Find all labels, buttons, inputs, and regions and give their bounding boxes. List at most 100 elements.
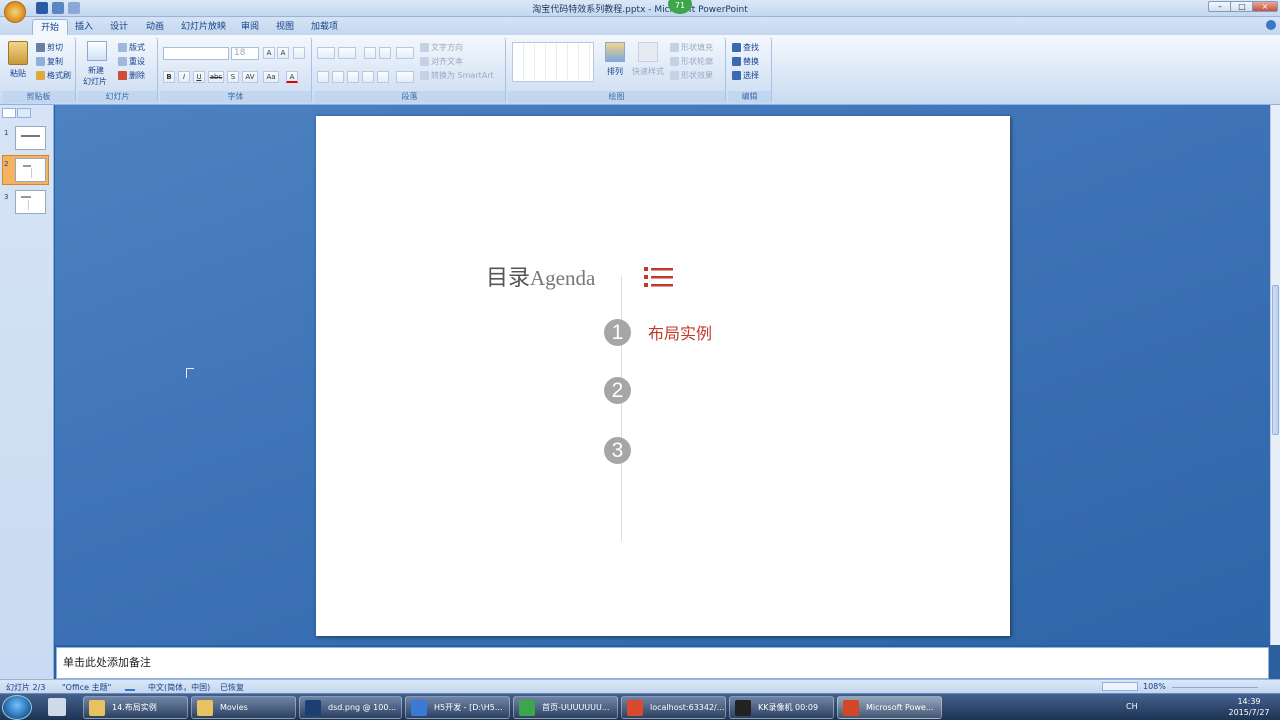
vertical-scrollbar[interactable]	[1270, 105, 1280, 645]
tab-home[interactable]: 开始	[32, 19, 69, 35]
tab-design[interactable]: 设计	[102, 19, 136, 35]
taskbar-item[interactable]: 首页-UUUUUUU...	[513, 696, 618, 719]
line-spacing-button[interactable]	[396, 47, 414, 59]
italic-button[interactable]: I	[178, 71, 190, 83]
zoom-level[interactable]: 108%	[1143, 682, 1166, 691]
slide-thumbnail-3[interactable]	[15, 190, 46, 214]
redo-icon[interactable]	[68, 2, 80, 14]
office-button[interactable]	[4, 1, 26, 23]
maximize-button[interactable]: □	[1230, 1, 1254, 12]
underline-button[interactable]: U	[193, 71, 205, 83]
spell-check-icon[interactable]	[125, 682, 135, 691]
view-buttons[interactable]	[1102, 682, 1138, 691]
close-button[interactable]: ×	[1252, 1, 1278, 12]
theme-name[interactable]: "Office 主题"	[62, 682, 111, 693]
replace-button[interactable]: 替换	[732, 56, 759, 67]
layout-button[interactable]: 版式	[118, 42, 145, 53]
ime-indicator[interactable]: CH	[1126, 702, 1138, 711]
minimize-button[interactable]: –	[1208, 1, 1232, 12]
smartart-button[interactable]: 转换为 SmartArt	[420, 70, 494, 81]
shadow-button[interactable]: S	[227, 71, 239, 83]
justify-button[interactable]	[362, 71, 374, 83]
change-case-button[interactable]: Aa	[263, 71, 279, 83]
arrange-button[interactable]: 排列	[607, 66, 623, 77]
text-direction-button[interactable]: 文字方向	[420, 42, 463, 53]
undo-icon[interactable]	[52, 2, 64, 14]
increase-indent-button[interactable]	[379, 47, 391, 59]
format-painter-button[interactable]: 格式刷	[36, 70, 71, 81]
agenda-item-1[interactable]: 布局实例	[648, 320, 712, 344]
windows-start-icon[interactable]	[2, 695, 32, 720]
copy-button[interactable]: 复制	[36, 56, 63, 67]
columns-button[interactable]	[396, 71, 414, 83]
tab-insert[interactable]: 插入	[67, 19, 101, 35]
slides-tab[interactable]	[2, 108, 16, 118]
new-slide-button[interactable]: 新建	[88, 65, 104, 76]
help-icon[interactable]	[1266, 20, 1276, 30]
decrease-indent-button[interactable]	[364, 47, 376, 59]
tab-animations[interactable]: 动画	[138, 19, 172, 35]
slide-title[interactable]: 目录Agenda	[486, 260, 595, 292]
align-text-button[interactable]: 对齐文本	[420, 56, 463, 67]
arrange-icon[interactable]	[605, 42, 625, 62]
slide-thumbnail-1[interactable]	[15, 126, 46, 150]
shape-fill-button[interactable]: 形状填充	[670, 42, 713, 53]
bold-button[interactable]: B	[163, 71, 175, 83]
shrink-font-button[interactable]: A	[277, 47, 289, 59]
cut-button[interactable]: 剪切	[36, 42, 63, 53]
shape-outline-button[interactable]: 形状轮廓	[670, 56, 713, 67]
slide-thumbnail-2[interactable]	[15, 158, 46, 182]
save-icon[interactable]	[36, 2, 48, 14]
delete-slide-button[interactable]: 删除	[118, 70, 145, 81]
font-size-combo[interactable]: 18	[231, 47, 259, 60]
outline-tab[interactable]	[17, 108, 31, 118]
find-button[interactable]: 查找	[732, 42, 759, 53]
quick-styles-button[interactable]: 快速样式	[632, 66, 664, 77]
distribute-button[interactable]	[377, 71, 389, 83]
taskbar-item[interactable]: dsd.png @ 100...	[299, 696, 402, 719]
font-family-combo[interactable]	[163, 47, 229, 60]
reset-button[interactable]: 重设	[118, 56, 145, 67]
shapes-gallery[interactable]	[512, 42, 594, 82]
slide[interactable]: 目录Agenda 1 布局实例 2 3	[316, 116, 1010, 636]
bullets-button[interactable]	[317, 47, 335, 59]
paste-button[interactable]: 粘贴	[10, 68, 26, 79]
thumbnail-number: 3	[4, 193, 9, 201]
language[interactable]: 中文(简体，中国)	[148, 682, 210, 693]
paste-icon[interactable]	[8, 41, 28, 65]
clear-format-button[interactable]	[293, 47, 305, 59]
mouse-cursor-icon	[186, 368, 194, 378]
tab-slideshow[interactable]: 幻灯片放映	[173, 19, 234, 35]
numbering-button[interactable]	[338, 47, 356, 59]
shape-effects-button[interactable]: 形状效果	[670, 70, 713, 81]
scrollbar-thumb[interactable]	[1272, 285, 1279, 435]
taskbar: 14.布局实例 Movies dsd.png @ 100... H5开发 - […	[0, 693, 1280, 720]
strikethrough-button[interactable]: abc	[208, 71, 224, 83]
notes-pane[interactable]: 单击此处添加备注	[56, 647, 1269, 679]
clock[interactable]: 14:39 2015/7/27	[1220, 696, 1278, 718]
group-slides: 新建 幻灯片 版式 重设 删除 幻灯片	[78, 37, 158, 103]
align-left-button[interactable]	[317, 71, 329, 83]
tab-review[interactable]: 审阅	[233, 19, 267, 35]
taskbar-item-active[interactable]: Microsoft Powe...	[837, 696, 942, 719]
align-center-button[interactable]	[332, 71, 344, 83]
select-button[interactable]: 选择	[732, 70, 759, 81]
font-color-button[interactable]: A	[286, 71, 298, 83]
taskbar-item[interactable]: 14.布局实例	[83, 696, 188, 719]
shape-effects-icon	[670, 71, 679, 80]
quicklaunch-icon[interactable]	[48, 698, 66, 716]
align-right-button[interactable]	[347, 71, 359, 83]
shape-fill-icon	[670, 43, 679, 52]
taskbar-item[interactable]: localhost:63342/...	[621, 696, 726, 719]
tray-icons[interactable]	[1142, 700, 1212, 712]
tab-view[interactable]: 视图	[268, 19, 302, 35]
tab-addins[interactable]: 加载项	[303, 19, 346, 35]
new-slide-icon[interactable]	[87, 41, 107, 61]
char-spacing-button[interactable]: AV	[242, 71, 258, 83]
taskbar-item[interactable]: KK录像机 00:09	[729, 696, 834, 719]
taskbar-item[interactable]: Movies	[191, 696, 296, 719]
grow-font-button[interactable]: A	[263, 47, 275, 59]
quick-styles-icon[interactable]	[638, 42, 658, 62]
status-bar: 幻灯片 2/3 "Office 主题" 中文(简体，中国) 已恢复 108%	[0, 679, 1280, 693]
taskbar-item[interactable]: H5开发 - [D:\H5...	[405, 696, 510, 719]
